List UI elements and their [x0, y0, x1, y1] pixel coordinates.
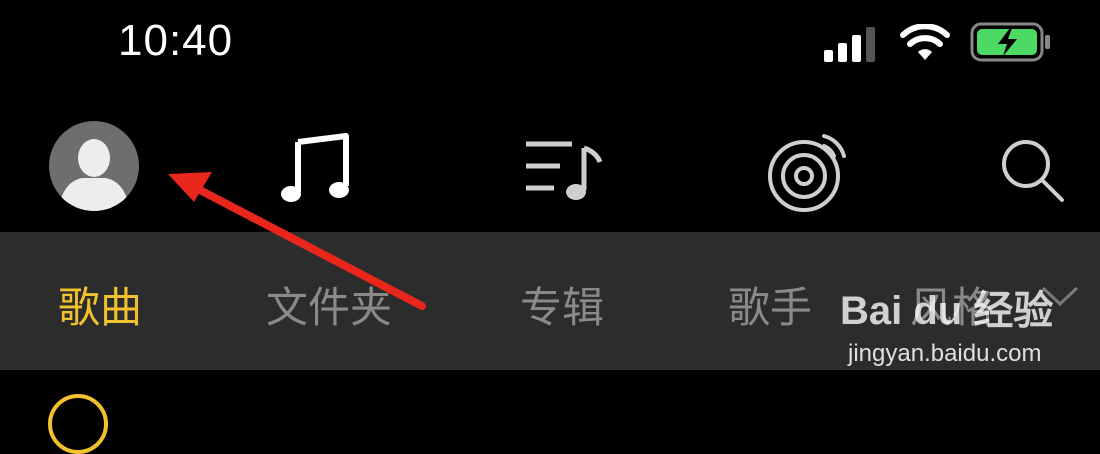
- avatar-icon[interactable]: [48, 120, 140, 212]
- tab-songs[interactable]: 歌曲: [58, 274, 142, 335]
- watermark-url: jingyan.baidu.com: [848, 340, 1042, 367]
- signal-bars-icon: [824, 27, 875, 62]
- music-note-icon[interactable]: [280, 132, 354, 206]
- wifi-icon: [900, 24, 950, 60]
- tab-albums[interactable]: 专辑: [520, 274, 604, 335]
- tab-artists[interactable]: 歌手: [728, 274, 812, 335]
- watermark-logo: Bai du 经验: [840, 289, 1054, 333]
- playlist-icon[interactable]: [524, 138, 604, 202]
- battery-charging-icon: [970, 22, 1050, 62]
- tab-folders[interactable]: 文件夹: [266, 274, 392, 335]
- radio-disc-icon[interactable]: [766, 130, 850, 214]
- status-bar: 10:40: [0, 0, 1100, 90]
- search-icon[interactable]: [1000, 138, 1066, 204]
- status-time: 10:40: [118, 16, 234, 65]
- now-playing-icon[interactable]: [48, 394, 108, 454]
- top-nav: [0, 110, 1100, 230]
- watermark: Bai du 经验 jingyan.baidu.com: [840, 278, 1070, 388]
